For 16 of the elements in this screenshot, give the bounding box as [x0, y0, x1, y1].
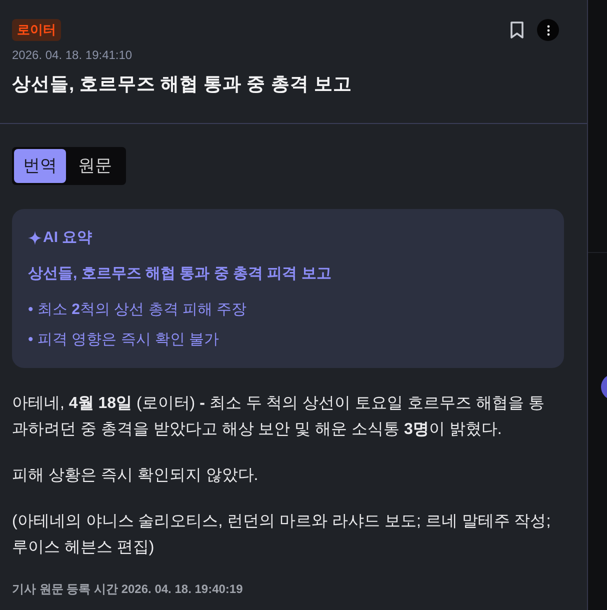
timestamp: 2026. 04. 18. 19:41:10: [12, 47, 134, 63]
summary-bullet: • 피격 영향은 즉시 확인 불가: [28, 330, 220, 350]
article-title: 상선들, 호르무즈 해협 통과 중 총격 보고: [12, 72, 353, 96]
sparkle-icon: [28, 231, 42, 245]
original-posted-time: 기사 원문 등록 시간 2026. 04. 18. 19:40:19: [12, 581, 244, 597]
source-badge: 로이터: [12, 19, 61, 41]
article-paragraph: (아테네의 야니스 술리오티스, 런던의 마르와 라샤드 보도; 르네 말테주 작성; 루이스 헤븐스 편집): [12, 512, 552, 558]
language-tab[interactable]: 원문: [66, 149, 124, 183]
more-icon: [546, 24, 550, 36]
language-tab[interactable]: 번역: [14, 149, 66, 183]
summary-bullet: • 최소 2척의 상선 총격 피해 주장: [28, 300, 248, 320]
more-button[interactable]: [537, 19, 559, 41]
summary-title: 상선들, 호르무즈 해협 통과 중 총격 피격 보고: [28, 264, 332, 284]
article-paragraph: 아테네, 4월 18일 (로이터) - 최소 두 척의 상선이 토요일 호르무즈 해협을 통과하려던 중 총격을 받았다고 해상 보안 및 해운 소식통 3명이 밝혔다.: [12, 394, 546, 440]
article-paragraph: 피해 상황은 즉시 확인되지 않았다.: [12, 466, 260, 486]
summary-heading: AI 요약: [43, 228, 92, 248]
